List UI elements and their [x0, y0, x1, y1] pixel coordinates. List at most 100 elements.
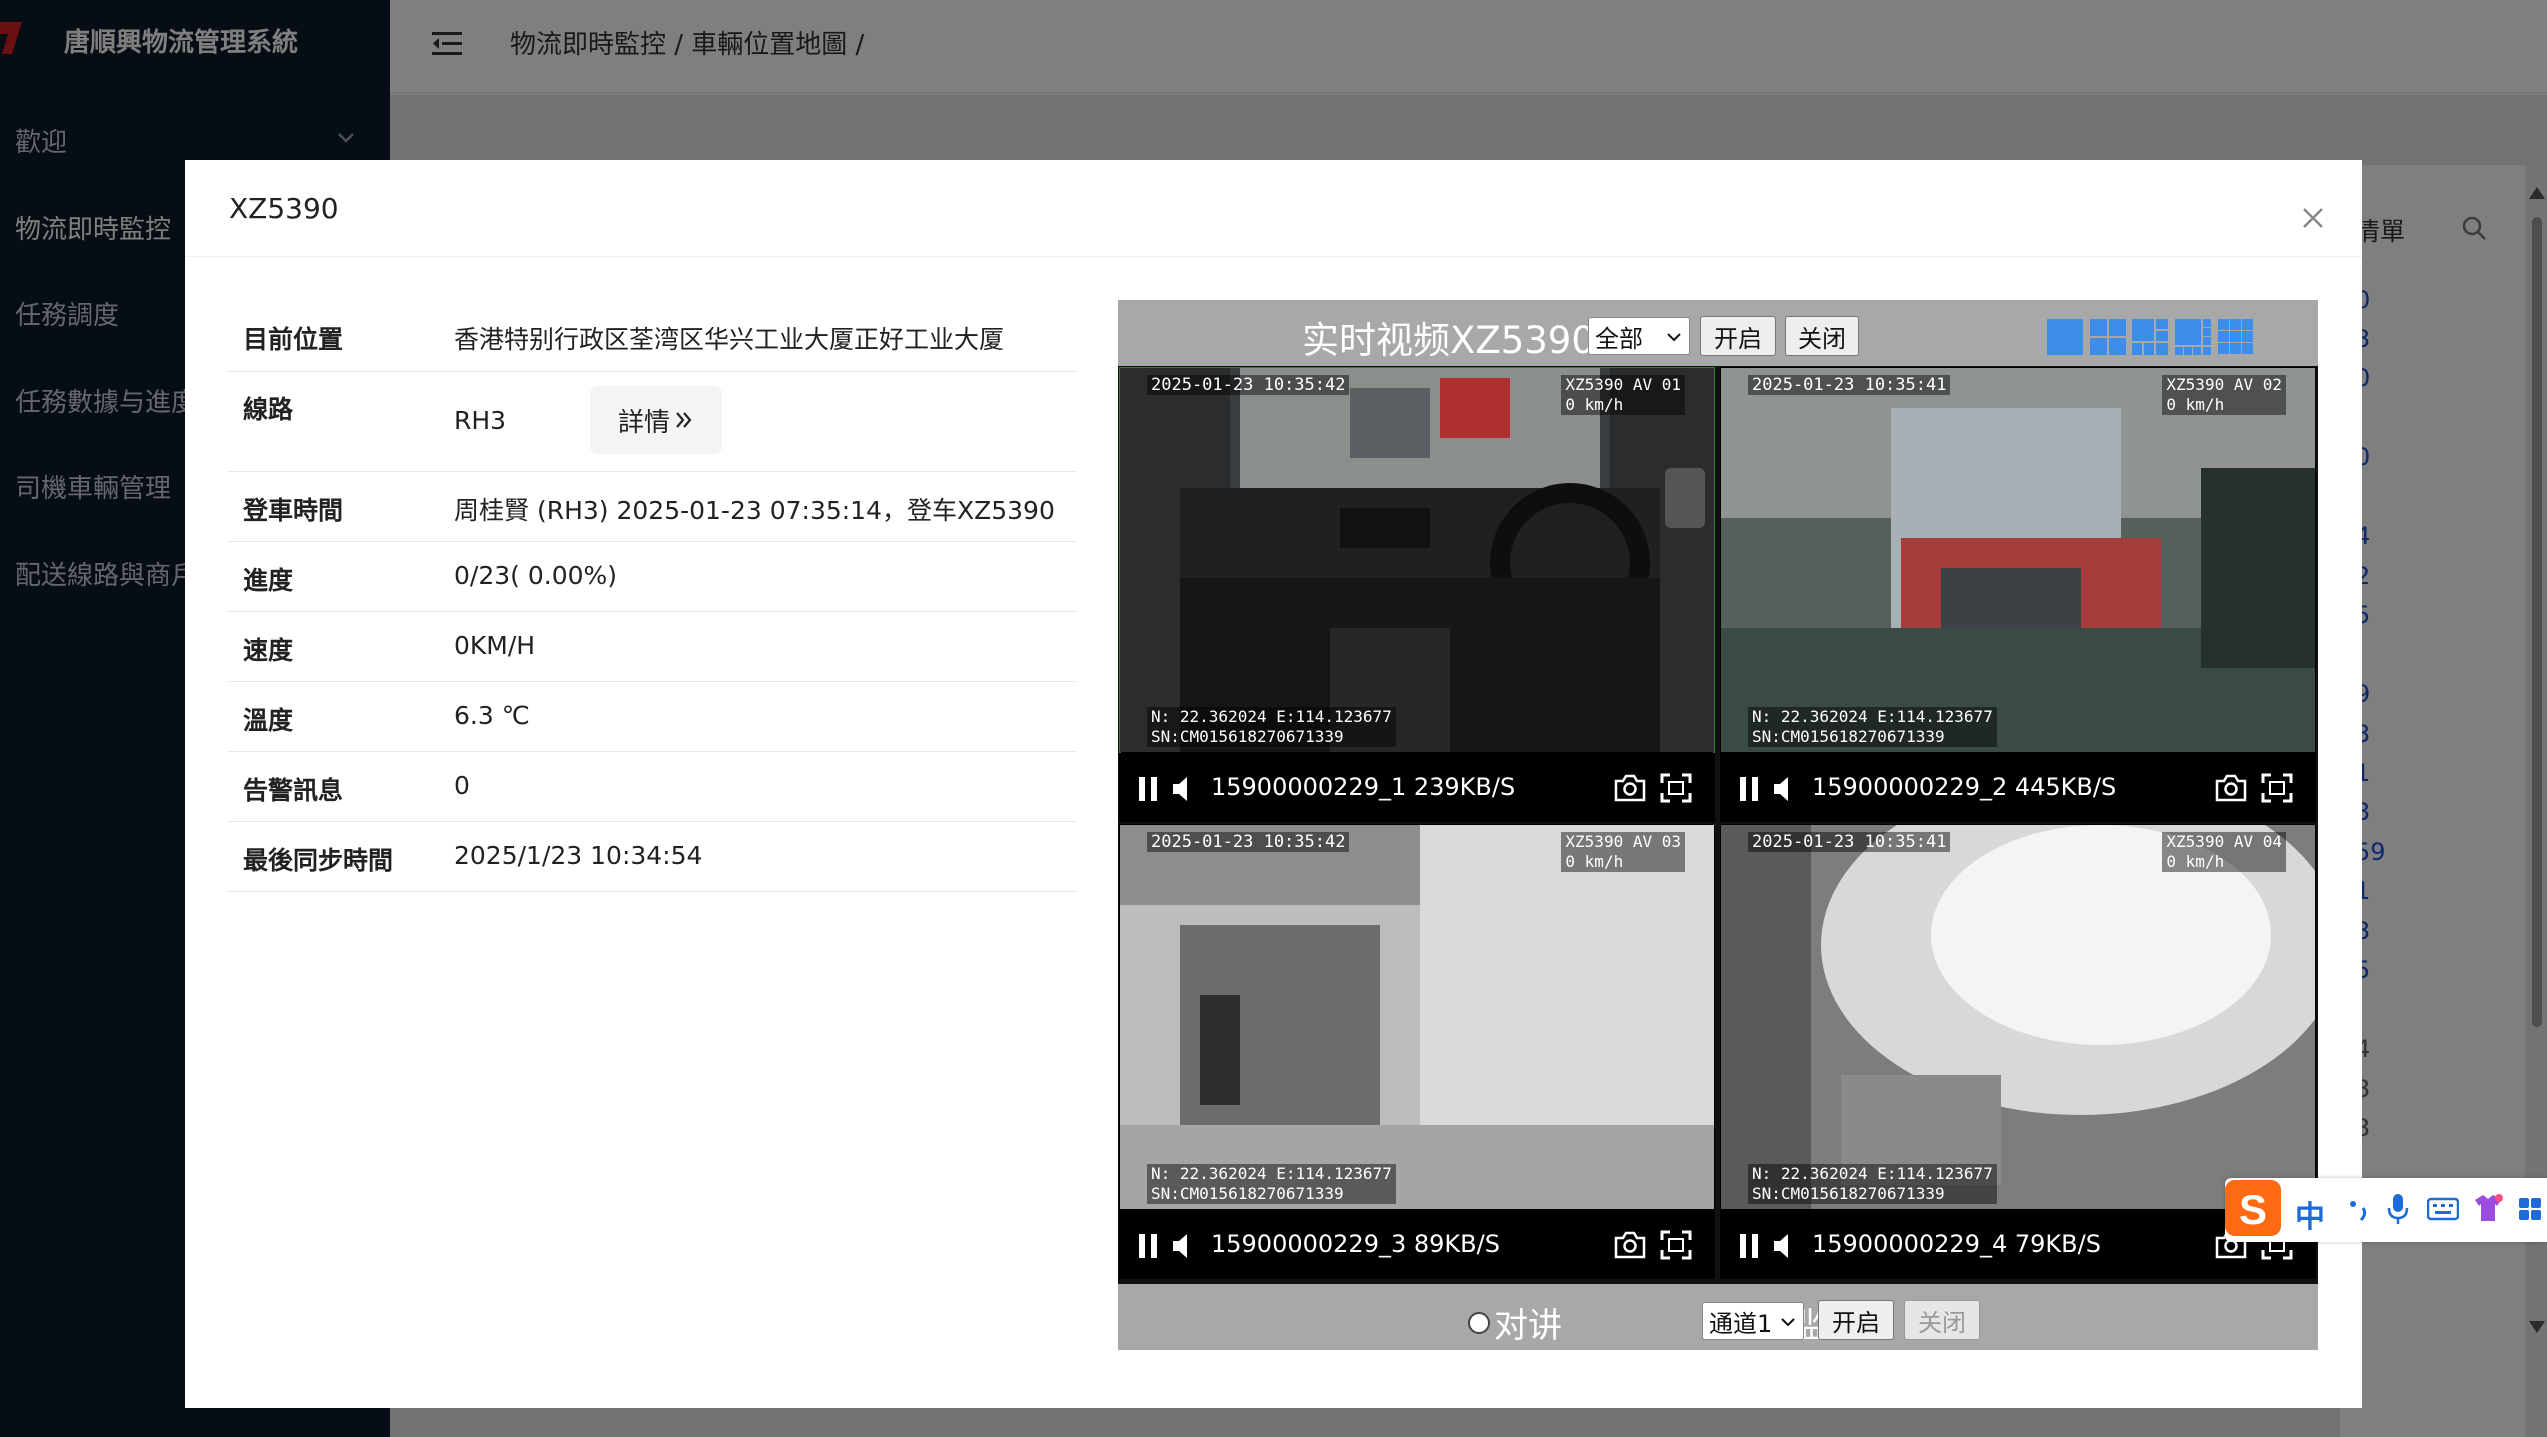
info-row-boarding: 登車時間 周桂賢 (RH3) 2025-01-23 07:35:14，登车XZ5… — [228, 472, 1076, 542]
info-label: 登車時間 — [243, 496, 344, 525]
fullscreen-icon[interactable] — [1660, 1230, 1692, 1260]
talk-label: 对讲 — [1494, 1306, 1562, 1346]
info-label: 最後同步時間 — [243, 846, 394, 875]
info-value: 周桂賢 (RH3) 2025-01-23 07:35:14，登车XZ5390 — [454, 496, 1055, 525]
layout-6-icon[interactable] — [2132, 319, 2168, 355]
talk-radio[interactable]: 对讲 — [1468, 1298, 1562, 1347]
pause-icon[interactable] — [1137, 1233, 1161, 1259]
video-open-button[interactable]: 开启 — [1700, 316, 1776, 356]
modal-title: XZ5390 — [229, 192, 339, 225]
ime-language[interactable]: 中 — [2295, 1192, 2325, 1236]
video-channel-value: 全部 — [1595, 324, 1643, 353]
live-video-panel: 实时视频XZ5390 全部 开启 关闭 2025-01-23 10:35:42 … — [1118, 300, 2318, 1350]
info-row-alarm: 告警訊息 0 — [228, 752, 1076, 822]
stream-info: 15900000229_1 239KB/S — [1211, 773, 1516, 801]
pause-icon[interactable] — [1738, 776, 1762, 802]
layout-8-icon[interactable] — [2175, 319, 2211, 355]
info-label: 目前位置 — [243, 325, 344, 354]
video-title: 实时视频XZ5390 — [1302, 319, 1595, 362]
chevron-down-icon — [1667, 333, 1681, 342]
close-icon[interactable] — [2295, 200, 2331, 236]
microphone-icon[interactable] — [2385, 1192, 2411, 1226]
punctuation-icon[interactable] — [2345, 1196, 2371, 1222]
fullscreen-icon[interactable] — [2261, 773, 2293, 803]
video-osd: XZ5390 AV 02 0 km/h — [2162, 375, 2286, 415]
video-timestamp: 2025-01-23 10:35:41 — [1748, 832, 1951, 852]
video-feed-cargo-front — [1120, 825, 1714, 1209]
video-feed-cargo-rear — [1721, 825, 2315, 1209]
volume-icon[interactable] — [1770, 1231, 1800, 1261]
ime-toolbar: S 中 — [2225, 1178, 2547, 1242]
info-value: 0 — [454, 771, 470, 800]
info-row-speed: 速度 0KM/H — [228, 612, 1076, 682]
video-cell-3[interactable]: 2025-01-23 10:35:42 XZ5390 AV 03 0 km/h … — [1119, 824, 1715, 1279]
skin-icon[interactable] — [2471, 1192, 2505, 1224]
pause-icon[interactable] — [1137, 776, 1161, 802]
info-value: 0KM/H — [454, 631, 536, 660]
double-chevron-right-icon — [676, 412, 692, 428]
video-gps: N: 22.362024 E:114.123677 SN:CM015618270… — [1748, 1164, 1997, 1204]
fullscreen-icon[interactable] — [1660, 773, 1692, 803]
info-label: 溫度 — [243, 706, 294, 735]
info-row-last-sync: 最後同步時間 2025/1/23 10:34:54 — [228, 822, 1076, 892]
keyboard-icon[interactable] — [2427, 1196, 2459, 1222]
radio-circle — [1468, 1311, 1490, 1334]
info-value: 6.3 ℃ — [454, 701, 530, 730]
route-detail-label: 詳情 — [617, 407, 670, 438]
video-cell-2[interactable]: 2025-01-23 10:35:41 XZ5390 AV 02 0 km/h … — [1720, 367, 2316, 822]
volume-icon[interactable] — [1169, 774, 1199, 804]
audio-channel-value: 通道1 — [1709, 1309, 1773, 1338]
volume-icon[interactable] — [1770, 774, 1800, 804]
info-label: 線路 — [243, 395, 294, 424]
video-close-button[interactable]: 关闭 — [1785, 316, 1859, 356]
modal-divider — [185, 256, 2362, 257]
video-grid: 2025-01-23 10:35:42 XZ5390 AV 01 0 km/h … — [1118, 366, 2318, 1284]
audio-close-button[interactable]: 关闭 — [1904, 1300, 1980, 1340]
video-osd: XZ5390 AV 04 0 km/h — [2162, 832, 2286, 872]
info-row-location: 目前位置 香港特别行政区荃湾区华兴工业大厦正好工业大厦 — [228, 300, 1076, 372]
video-gps: N: 22.362024 E:114.123677 SN:CM015618270… — [1748, 707, 1997, 747]
camera-icon[interactable] — [1613, 773, 1647, 803]
video-timestamp: 2025-01-23 10:35:41 — [1748, 375, 1951, 395]
info-value: RH3 — [454, 406, 507, 435]
video-channel-select[interactable]: 全部 — [1588, 317, 1690, 355]
stream-info: 15900000229_2 445KB/S — [1812, 773, 2117, 801]
video-osd: XZ5390 AV 03 0 km/h — [1561, 832, 1685, 872]
info-row-temperature: 溫度 6.3 ℃ — [228, 682, 1076, 752]
volume-icon[interactable] — [1169, 1231, 1199, 1261]
info-row-route: 線路 RH3 詳情 — [228, 372, 1076, 472]
info-value: 0/23( 0.00%) — [454, 561, 618, 590]
info-value: 香港特别行政区荃湾区华兴工业大厦正好工业大厦 — [454, 325, 1005, 354]
sogou-logo-icon[interactable]: S — [2221, 1176, 2285, 1240]
layout-1-icon[interactable] — [2047, 319, 2083, 355]
toolbox-icon[interactable] — [2517, 1196, 2543, 1222]
camera-icon[interactable] — [1613, 1230, 1647, 1260]
video-gps: N: 22.362024 E:114.123677 SN:CM015618270… — [1147, 707, 1396, 747]
vehicle-info-table: 目前位置 香港特别行政区荃湾区华兴工业大厦正好工业大厦 線路 RH3 詳情 登車… — [228, 300, 1076, 892]
video-gps: N: 22.362024 E:114.123677 SN:CM015618270… — [1147, 1164, 1396, 1204]
layout-4-icon[interactable] — [2090, 319, 2126, 355]
video-cell-1[interactable]: 2025-01-23 10:35:42 XZ5390 AV 01 0 km/h … — [1119, 367, 1715, 822]
audio-bar: 对讲 监听 通道1 开启 关闭 — [1118, 1284, 2318, 1350]
route-detail-button[interactable]: 詳情 — [590, 386, 722, 454]
video-timestamp: 2025-01-23 10:35:42 — [1147, 375, 1350, 395]
info-label: 進度 — [243, 566, 294, 595]
video-feed-rear — [1721, 368, 2315, 752]
info-label: 告警訊息 — [243, 776, 344, 805]
info-value: 2025/1/23 10:34:54 — [454, 841, 703, 870]
pause-icon[interactable] — [1738, 1233, 1762, 1259]
audio-channel-select[interactable]: 通道1 — [1702, 1302, 1804, 1340]
svg-text:S: S — [2239, 1186, 2267, 1233]
vehicle-modal: XZ5390 目前位置 香港特别行政区荃湾区华兴工业大厦正好工业大厦 線路 RH… — [185, 160, 2362, 1408]
layout-9-icon[interactable] — [2218, 319, 2254, 355]
camera-icon[interactable] — [2214, 773, 2248, 803]
stream-info: 15900000229_3 89KB/S — [1211, 1230, 1500, 1258]
info-row-progress: 進度 0/23( 0.00%) — [228, 542, 1076, 612]
info-label: 速度 — [243, 636, 294, 665]
video-timestamp: 2025-01-23 10:35:42 — [1147, 832, 1350, 852]
video-osd: XZ5390 AV 01 0 km/h — [1561, 375, 1685, 415]
video-feed-cab — [1120, 368, 1714, 752]
video-controls: 15900000229_2 445KB/S — [1720, 753, 2316, 822]
stream-info: 15900000229_4 79KB/S — [1812, 1230, 2101, 1258]
audio-open-button[interactable]: 开启 — [1818, 1300, 1894, 1340]
